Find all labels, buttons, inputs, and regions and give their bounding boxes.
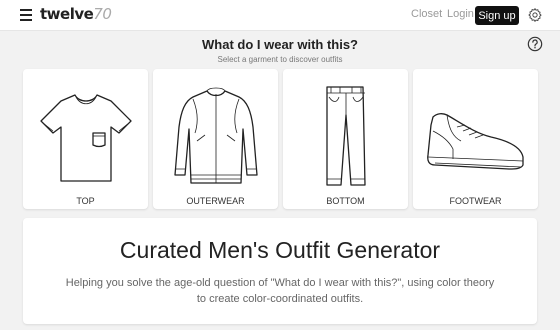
hero-title: Curated Men's Outfit Generator — [119, 237, 441, 263]
nav-login-link[interactable]: Login — [447, 8, 474, 20]
brand-name: twelve — [40, 5, 94, 23]
garment-card-footwear[interactable]: FOOTWEAR — [413, 69, 538, 209]
gear-icon[interactable] — [527, 7, 543, 23]
brand-logo[interactable]: twelve70 — [40, 5, 112, 23]
jacket-icon — [174, 87, 258, 184]
hero-panel: Curated Men's Outfit Generator Helping y… — [23, 218, 537, 324]
brand-number: 70 — [93, 5, 112, 23]
page-subtitle: Select a garment to discover outfits — [217, 55, 343, 64]
nav-closet-link[interactable]: Closet — [411, 8, 442, 20]
garment-card-top[interactable]: TOP — [23, 69, 148, 209]
garment-label-bottom: BOTTOM — [326, 196, 365, 206]
sneaker-icon — [427, 113, 524, 170]
signup-button[interactable]: Sign up — [475, 6, 519, 25]
garment-card-outerwear[interactable]: OUTERWEAR — [153, 69, 278, 209]
hero-description: Helping you solve the age-old question o… — [65, 277, 495, 305]
page-title: What do I wear with this? — [202, 37, 358, 52]
garment-card-bottom[interactable]: BOTTOM — [283, 69, 408, 209]
garment-label-footwear: FOOTWEAR — [449, 196, 502, 206]
garment-label-outerwear: OUTERWEAR — [186, 196, 245, 206]
garment-label-top: TOP — [76, 196, 95, 206]
pants-icon — [326, 86, 366, 186]
question-circle-icon[interactable] — [527, 36, 543, 52]
hamburger-menu-icon[interactable] — [20, 9, 32, 21]
top-navbar: twelve70 Closet Login Sign up — [0, 0, 560, 31]
t-shirt-icon — [40, 94, 132, 182]
